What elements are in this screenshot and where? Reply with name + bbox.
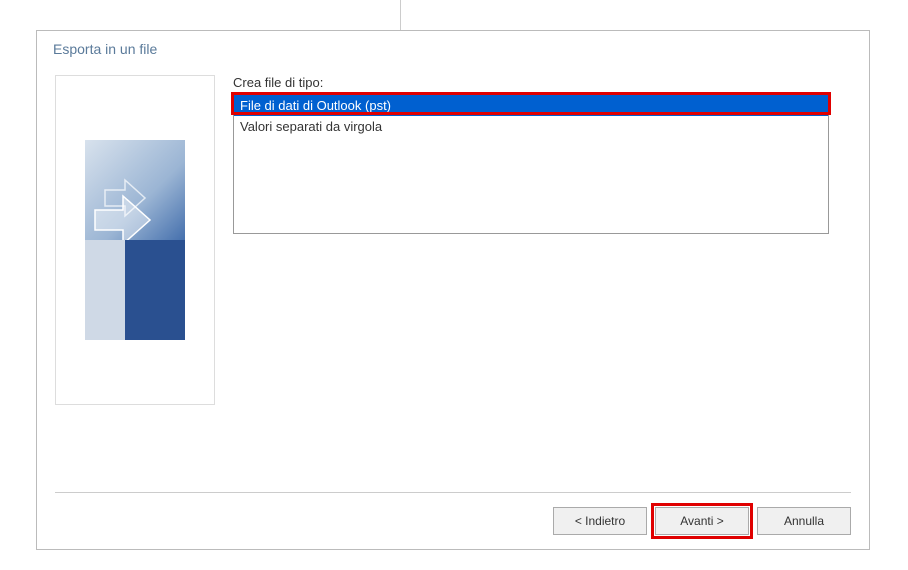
next-button[interactable]: Avanti > (655, 507, 749, 535)
dialog-title: Esporta in un file (37, 31, 869, 67)
option-csv[interactable]: Valori separati da virgola (234, 116, 828, 137)
file-type-label: Crea file di tipo: (233, 75, 851, 90)
button-row: < Indietro Avanti > Annulla (55, 507, 851, 535)
footer-divider (55, 492, 851, 493)
form-area: Crea file di tipo: File di dati di Outlo… (233, 75, 851, 405)
dialog-footer: < Indietro Avanti > Annulla (37, 478, 869, 549)
export-arrow-icon (85, 140, 185, 340)
option-pst[interactable]: File di dati di Outlook (pst) (234, 95, 828, 116)
wizard-image-panel (55, 75, 215, 405)
file-type-listbox[interactable]: File di dati di Outlook (pst) Valori sep… (233, 94, 829, 234)
cancel-button[interactable]: Annulla (757, 507, 851, 535)
back-button[interactable]: < Indietro (553, 507, 647, 535)
export-dialog: Esporta in un file Crea file di tipo: Fi… (36, 30, 870, 550)
top-divider (400, 0, 401, 30)
dialog-body: Crea file di tipo: File di dati di Outlo… (37, 67, 869, 405)
